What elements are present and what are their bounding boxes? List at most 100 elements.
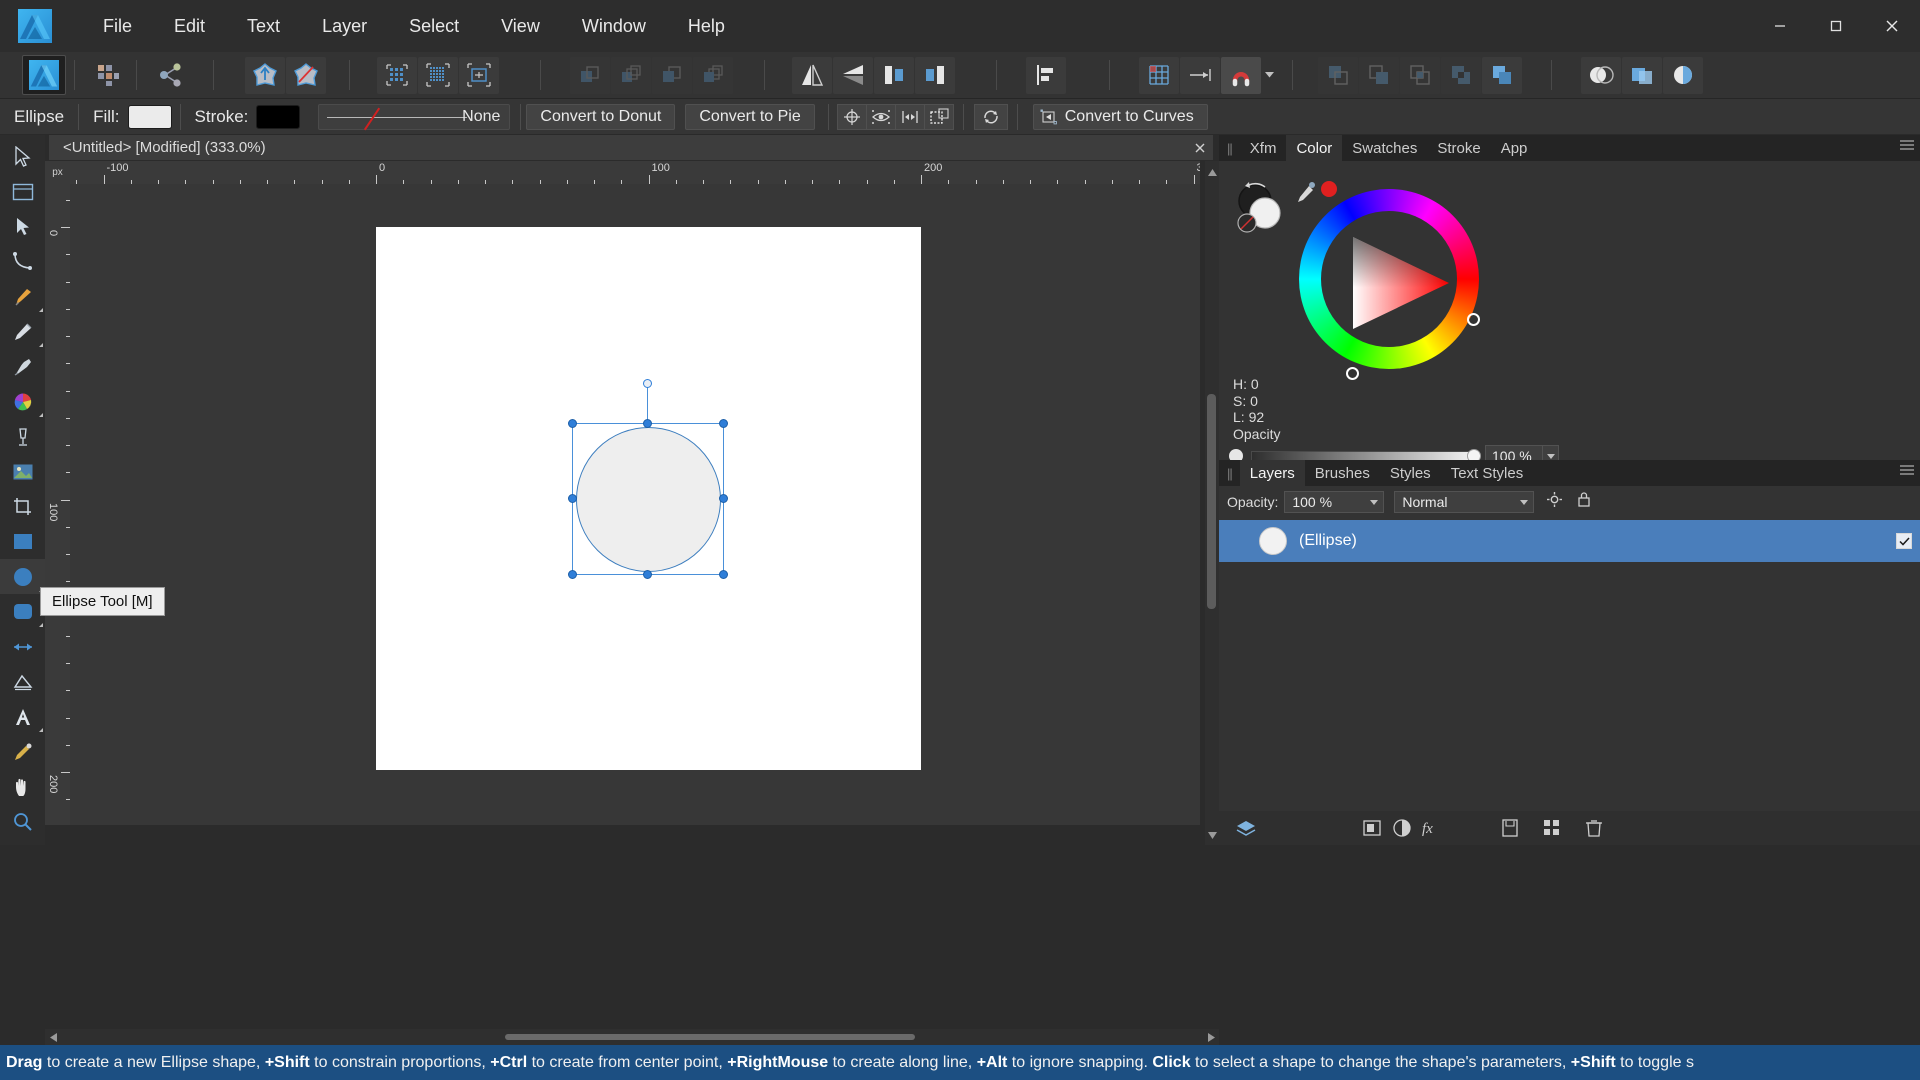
reset-color-icon[interactable] [1319,179,1339,204]
designer-persona-icon[interactable] [22,55,66,95]
crop-tool[interactable] [0,489,45,524]
distribute-horizontal-icon[interactable] [894,103,925,130]
menu-help[interactable]: Help [667,8,746,45]
artboard[interactable] [376,227,921,770]
boolean-divide-icon[interactable] [1482,56,1522,94]
horizontal-ruler[interactable]: -1000100200300 [70,161,1200,184]
adjustments-icon[interactable] [1663,56,1703,94]
horizontal-scrollbar[interactable] [45,1029,1219,1045]
flip-vertical-icon[interactable] [833,56,873,94]
layer-effects-icon[interactable] [1622,56,1662,94]
move-tool[interactable] [0,139,45,174]
duplicate-selection-icon[interactable] [923,103,954,130]
menu-edit[interactable]: Edit [153,8,226,45]
resize-handle-middle-left[interactable] [568,494,577,503]
vector-brush-tool[interactable] [0,349,45,384]
lock-icon[interactable] [1577,491,1591,513]
rounded-rectangle-tool[interactable] [0,594,45,629]
add-shape-icon[interactable] [245,56,285,94]
snapping-chevron-down-icon[interactable] [1262,57,1276,94]
layer-stack-icon[interactable] [1231,813,1261,843]
area-tool[interactable] [0,664,45,699]
measure-tool[interactable] [0,629,45,664]
convert-to-pie-button[interactable]: Convert to Pie [685,103,815,130]
hue-ring-marker[interactable] [1467,313,1480,326]
effects-fx-icon[interactable]: fx [1417,813,1447,843]
alignment-icon[interactable] [1026,56,1066,94]
scroll-down-button[interactable] [1205,825,1219,845]
text-tool[interactable] [0,699,45,734]
place-image-tool[interactable] [0,454,45,489]
pixel-persona-icon[interactable] [88,57,128,94]
scroll-up-button[interactable] [1205,161,1219,184]
resize-handle-top-center[interactable] [643,419,652,428]
transform-icon[interactable] [459,56,499,94]
tab-swatches[interactable]: Swatches [1342,135,1427,161]
subtract-shape-icon[interactable] [286,56,326,94]
hsl-color-wheel[interactable] [1299,189,1479,369]
convert-to-donut-button[interactable]: Convert to Donut [526,103,676,130]
resize-handle-top-left[interactable] [568,419,577,428]
tab-xfm[interactable]: Xfm [1240,135,1287,161]
mask-layer-icon[interactable] [1357,813,1387,843]
snap-distance-icon[interactable] [1180,56,1220,94]
node-tool[interactable] [0,209,45,244]
ellipse-tool[interactable] [0,559,45,594]
move-front-one-icon[interactable] [652,56,692,94]
color-picker-tool[interactable] [0,734,45,769]
menu-window[interactable]: Window [561,8,667,45]
pixel-grid-icon[interactable] [418,56,458,94]
magnet-snapping-icon[interactable] [1221,56,1261,94]
close-icon[interactable] [1187,135,1213,161]
panel-grip-icon[interactable]: || [1219,466,1240,481]
boolean-xor-icon[interactable] [1441,56,1481,94]
rotate-refresh-icon[interactable] [973,103,1008,130]
artboard-tool[interactable] [0,174,45,209]
vertical-scrollbar-thumb[interactable] [1207,394,1216,609]
menu-file[interactable]: File [82,8,153,45]
tab-app[interactable]: App [1491,135,1538,161]
minimize-button[interactable] [1752,0,1808,52]
panel-menu-icon[interactable] [1900,464,1914,479]
eyedropper-icon[interactable] [1295,179,1317,210]
menu-text[interactable]: Text [226,8,301,45]
resize-handle-bottom-right[interactable] [719,570,728,579]
tab-brushes[interactable]: Brushes [1305,460,1380,486]
tab-layers[interactable]: Layers [1239,460,1305,486]
vertical-scrollbar[interactable] [1205,184,1219,825]
delete-layer-icon[interactable] [1579,813,1609,843]
show-grid-icon[interactable] [377,56,417,94]
grid-settings-icon[interactable] [1139,56,1179,94]
fill-tool[interactable] [0,384,45,419]
boolean-add-icon[interactable] [1318,56,1358,94]
tab-stroke[interactable]: Stroke [1427,135,1490,161]
move-back-one-icon[interactable] [570,56,610,94]
canvas-area[interactable] [70,184,1200,825]
saturation-triangle[interactable] [1351,235,1451,331]
scroll-left-button[interactable] [45,1029,61,1045]
fill-stroke-swatches[interactable] [1231,179,1301,246]
resize-handle-bottom-center[interactable] [643,570,652,579]
panel-menu-icon[interactable] [1900,139,1914,154]
align-right-edges-icon[interactable] [915,56,955,94]
pan-tool[interactable] [0,769,45,804]
align-left-edges-icon[interactable] [874,56,914,94]
layer-row[interactable]: (Ellipse) [1219,520,1920,562]
add-layer-icon[interactable] [1495,813,1525,843]
flip-horizontal-icon[interactable] [792,56,832,94]
rectangle-tool[interactable] [0,524,45,559]
corner-tool[interactable] [0,244,45,279]
add-group-icon[interactable] [1537,813,1567,843]
adjustment-layer-icon[interactable] [1387,813,1417,843]
eye-shape-icon[interactable] [865,103,896,130]
export-persona-icon[interactable] [150,57,190,94]
move-back-icon[interactable] [611,56,651,94]
pencil-tool[interactable] [0,314,45,349]
menu-layer[interactable]: Layer [301,8,388,45]
horizontal-scrollbar-thumb[interactable] [505,1034,915,1040]
tab-styles[interactable]: Styles [1380,460,1441,486]
document-tab[interactable]: <Untitled> [Modified] (333.0%) [49,135,1213,161]
menu-select[interactable]: Select [388,8,480,45]
blend-mode-icon[interactable] [1581,56,1621,94]
pen-tool[interactable] [0,279,45,314]
